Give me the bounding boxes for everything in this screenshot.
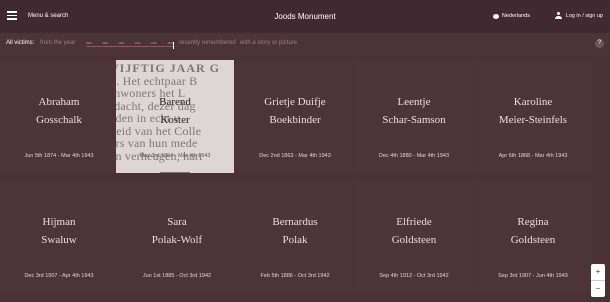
speech-bubble-icon [492, 13, 499, 19]
victim-dates: Feb 5th 1886 - Oct 3rd 1942 [260, 273, 330, 279]
victim-name: Hijman Swaluw [41, 216, 77, 246]
timeline-handle[interactable] [173, 42, 174, 49]
timeline-year-label: 1900 [118, 42, 125, 45]
top-bar: Menu & search Joods Monument Nederlands … [0, 0, 610, 33]
login-link[interactable]: Log in / sign up [554, 12, 603, 19]
year-timeline-slider[interactable]: 1880 1890 1900 1910 1920 1930 [86, 42, 174, 49]
filter-recently-remembered[interactable]: recently remembered [179, 40, 236, 46]
filter-from-year[interactable]: from the year [40, 40, 75, 46]
victim-dates: May 3rd 1864 - Mar 4th 1943 [139, 153, 211, 159]
victim-name: Abraham Gosschalk [36, 96, 82, 126]
victim-card[interactable]: Hijman Swaluw Dec 3rd 1907 - Apr 4th 1943 [0, 180, 118, 293]
victim-card[interactable]: Karoline Meier-Steinfels Apr 6th 1868 - M… [474, 60, 592, 173]
timeline-year-label: 1910 [134, 42, 141, 45]
victim-card[interactable]: Leentje Schar-Samson Dec 4th 1880 - Mar 4… [355, 60, 473, 173]
victim-name: Elfriede Goldsteen [391, 216, 437, 246]
user-icon [554, 12, 562, 19]
victim-dates: Dec 3rd 1907 - Apr 4th 1943 [24, 273, 94, 279]
victim-name: Sara Polak-Wolf [151, 216, 203, 246]
zoom-in-button[interactable]: + [591, 264, 605, 280]
timeline-year-label: 1890 [102, 42, 108, 45]
help-icon[interactable]: ? [595, 39, 604, 48]
language-label: Nederlands [501, 13, 530, 19]
filter-bar: All victims: from the year 1880 1890 1900 1… [0, 33, 610, 55]
victim-card[interactable]: Grietje Duifje Boekbinder Dec 2nd 1863 - … [236, 60, 354, 173]
victim-name: Barend Koster [159, 96, 191, 126]
victim-name: Karoline Meier-Steinfels [498, 96, 568, 126]
victim-dates: Dec 4th 1880 - Mar 4th 1943 [378, 153, 449, 159]
victim-card[interactable]: Sara Polak-Wolf Jun 1st 1885 - Oct 3rd 19… [118, 180, 236, 293]
login-label: Log in / sign up [565, 12, 603, 19]
zoom-control: + − [591, 264, 605, 297]
victim-dates: Jun 1st 1885 - Oct 3rd 1942 [142, 273, 212, 279]
victim-name: Leentje Schar-Samson [382, 96, 446, 126]
filter-with-story[interactable]: with a story or picture [240, 40, 297, 46]
victim-card[interactable]: Bernardus Polak Feb 5th 1886 - Oct 3rd 19… [236, 180, 354, 293]
timeline-ticks: 1880 1890 1900 1910 1920 1930 [86, 42, 173, 45]
victim-dates: Sep 3rd 1907 - Jun 4th 1943 [498, 273, 568, 279]
timeline-line [86, 46, 173, 47]
victim-card-hovered[interactable]: VIJFTIG JAAR G 1. Het echtpaar B Inwoner… [116, 60, 234, 173]
timeline-year-label: 1920 [151, 42, 157, 45]
victim-card[interactable]: Abraham Gosschalk Jun 5th 1874 - Mar 4th … [0, 60, 118, 173]
victims-grid: Abraham Gosschalk Jun 5th 1874 - Mar 4th … [0, 55, 610, 302]
timeline-year-label: 1880 [86, 42, 92, 45]
victim-card[interactable]: Elfriede Goldsteen Sep 4th 1912 - Oct 3rd… [355, 180, 473, 293]
filter-all-victims[interactable]: All victims: [6, 40, 34, 46]
victim-dates: Dec 2nd 1863 - Mar 4th 1943 [259, 153, 331, 159]
language-selector[interactable]: Nederlands [492, 13, 530, 19]
victim-dates: Jun 5th 1874 - Mar 4th 1943 [24, 153, 94, 159]
divider [160, 172, 190, 173]
victim-dates: Sep 4th 1912 - Oct 3rd 1942 [379, 273, 449, 279]
victim-card[interactable]: Regina Goldsteen Sep 3rd 1907 - Jun 4th 1… [474, 180, 592, 293]
victim-dates: Apr 6th 1868 - Mar 4th 1943 [498, 153, 568, 159]
zoom-out-button[interactable]: − [591, 281, 605, 297]
victim-name: Bernardus Polak [272, 216, 318, 246]
victim-name: Grietje Duifje Boekbinder [264, 96, 326, 126]
victim-name: Regina Goldsteen [510, 216, 556, 246]
